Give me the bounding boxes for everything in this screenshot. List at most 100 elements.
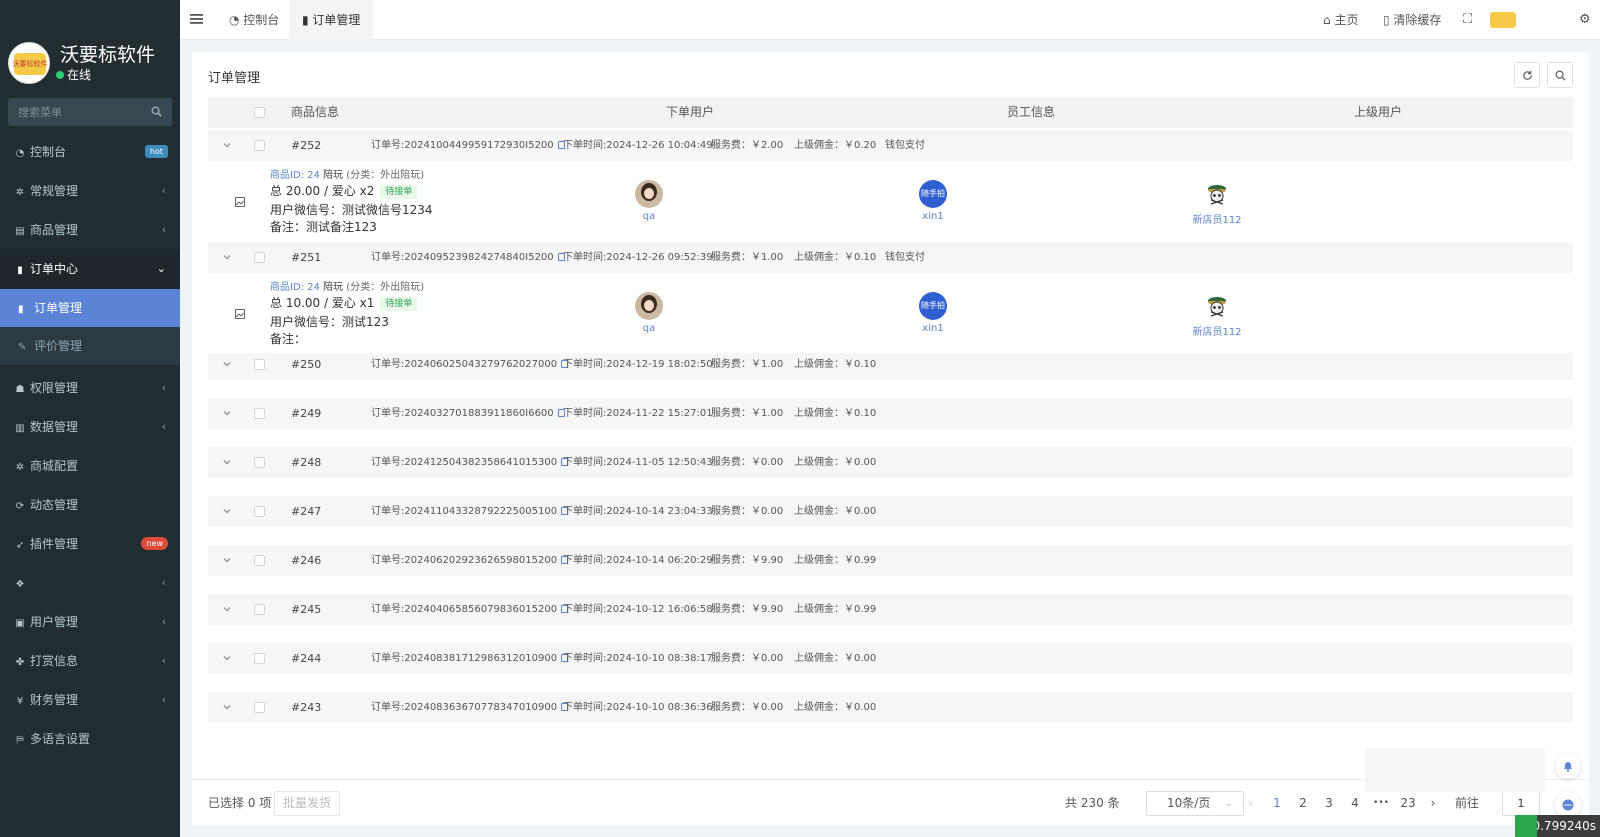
table-row[interactable]: #247 订单号:2024110433287922250051​00 下单时间:20…: [208, 496, 1573, 527]
sidebar-item-finance[interactable]: ¥ 财务管理 ‹: [0, 680, 180, 720]
product-category: (分类：外出陪玩): [346, 282, 425, 293]
order-remark: 备注：: [270, 332, 307, 346]
order-number: 订单号:2024060250432797620270​00: [371, 349, 569, 380]
order-id: #244: [291, 652, 322, 665]
table-row[interactable]: #244 订单号:2024083817129863120109​00 下单时间:20…: [208, 643, 1573, 674]
brand: 沃要标软件 沃要标软件 在线: [8, 40, 178, 86]
chevron-down-icon[interactable]: [222, 140, 232, 150]
chevron-down-icon[interactable]: [222, 457, 232, 467]
dropbox-icon: ❖: [15, 579, 25, 590]
table-row[interactable]: #251 订单号:2024095239824274840I5200 下单时间:202…: [208, 242, 1573, 273]
clear-cache-button[interactable]: ▯ 清除缓存: [1383, 0, 1441, 40]
page-4[interactable]: 4: [1347, 780, 1363, 826]
service-fee: 服务费：￥0.00: [711, 653, 784, 664]
page-1[interactable]: 1: [1269, 780, 1285, 826]
chevron-down-icon[interactable]: [222, 555, 232, 565]
batch-ship-button[interactable]: 批量发货: [274, 791, 340, 816]
chevron-down-icon[interactable]: [222, 359, 232, 369]
parent-user-info[interactable]: 新店员112: [1187, 292, 1247, 338]
sidebar-subitem-reviews[interactable]: ✎ 评价管理: [0, 327, 180, 365]
hamburger-icon[interactable]: [190, 12, 204, 26]
sidebar-item-language[interactable]: ⛿ 多语言设置: [0, 719, 180, 759]
group-icon: ☗: [15, 384, 25, 395]
file-icon: ▮: [18, 304, 24, 315]
buyer-info[interactable]: qa: [619, 292, 679, 334]
table-row[interactable]: #252 订单号:2024100449959172930I5200 下单时间:202…: [208, 130, 1573, 161]
row-checkbox[interactable]: [254, 140, 265, 151]
bar-chart-icon: ▥: [15, 423, 25, 434]
column-header-staff: 员工信息: [1007, 105, 1056, 119]
menu-search-input[interactable]: [8, 98, 148, 126]
page-2[interactable]: 2: [1295, 780, 1311, 826]
table-row[interactable]: #248 订单号:20241250438235864101530​0 下单时间:20…: [208, 447, 1573, 478]
chevron-down-icon[interactable]: [222, 604, 232, 614]
sidebar-item-plugins[interactable]: ➶ 插件管理 new: [0, 524, 180, 564]
order-id: #245: [291, 603, 322, 616]
sidebar-item-users[interactable]: ▣ 用户管理 ‹: [0, 602, 180, 642]
row-checkbox[interactable]: [254, 555, 265, 566]
buyer-info[interactable]: qa: [619, 180, 679, 222]
goto-page-input[interactable]: 1: [1502, 791, 1540, 816]
home-link[interactable]: ⌂ 主页: [1323, 0, 1358, 40]
staff-info[interactable]: 随手拍 xin1: [903, 292, 963, 334]
chevron-down-icon: ⌄: [156, 262, 166, 275]
row-checkbox[interactable]: [254, 408, 265, 419]
chevron-left-icon: ‹: [161, 223, 166, 236]
sidebar-subitem-order-management[interactable]: ▮ 订单管理: [0, 289, 180, 327]
page-size-select[interactable]: 10条/页 ⌄: [1146, 791, 1244, 816]
row-checkbox[interactable]: [254, 506, 265, 517]
sidebar-item-permissions[interactable]: ☗ 权限管理 ‹: [0, 368, 180, 408]
sidebar-item-data[interactable]: ▥ 数据管理 ‹: [0, 407, 180, 447]
row-checkbox[interactable]: [254, 252, 265, 263]
prev-page-button[interactable]: ‹: [1243, 780, 1259, 826]
row-checkbox[interactable]: [254, 457, 265, 468]
product-id[interactable]: 商品ID: 24: [270, 170, 320, 181]
table-row[interactable]: #249 订单号:2024032701883911860I6600 下单时间:202…: [208, 398, 1573, 429]
order-id: #246: [291, 554, 322, 567]
fullscreen-icon[interactable]: ⛶: [1463, 0, 1472, 40]
table-row[interactable]: #243 订单号:2024083636707783470109​00 下单时间:20…: [208, 692, 1573, 723]
product-id[interactable]: 商品ID: 24: [270, 282, 320, 293]
chevron-down-icon[interactable]: [222, 506, 232, 516]
chevron-down-icon[interactable]: [222, 653, 232, 663]
sidebar-item-dropbox[interactable]: ❖ ‹: [0, 563, 180, 603]
sidebar-item-products[interactable]: ▤ 商品管理 ‹: [0, 210, 180, 250]
settings-icon[interactable]: ⚙: [1579, 0, 1591, 40]
sidebar-item-orders[interactable]: ▮ 订单中心 ⌄: [0, 249, 180, 289]
page-3[interactable]: 3: [1321, 780, 1337, 826]
chevron-down-icon[interactable]: [222, 408, 232, 418]
search-button[interactable]: [1547, 62, 1573, 88]
row-checkbox[interactable]: [254, 702, 265, 713]
sidebar-item-general[interactable]: ✲ 常规管理 ‹: [0, 171, 180, 211]
table-row[interactable]: #245 订单号:2024040658560798360152​00 下单时间:20…: [208, 594, 1573, 625]
staff-info[interactable]: 随手拍 xin1: [903, 180, 963, 222]
chevron-down-icon[interactable]: [222, 702, 232, 712]
order-id: #243: [291, 701, 322, 714]
trash-icon: ▯: [1383, 13, 1394, 27]
notification-button[interactable]: [1555, 753, 1581, 779]
order-id: #251: [291, 251, 322, 264]
tab-dashboard[interactable]: ◔ 控制台: [216, 0, 292, 40]
chevron-down-icon: ⌄: [1224, 798, 1233, 809]
sidebar-item-dynamics[interactable]: ⟳ 动态管理: [0, 485, 180, 525]
menu-search: [8, 98, 172, 126]
row-checkbox[interactable]: [254, 604, 265, 615]
refresh-button[interactable]: [1514, 62, 1540, 88]
tab-order-management[interactable]: ▮ 订单管理: [289, 0, 374, 40]
order-number: 订单号:2024110433287922250051​00: [371, 496, 569, 527]
parent-user-info[interactable]: 新店员112: [1187, 180, 1247, 226]
row-checkbox[interactable]: [254, 359, 265, 370]
bell-icon: [1564, 762, 1572, 772]
order-time: 下单时间:2024-12-19 18:02:50: [563, 359, 713, 370]
search-icon[interactable]: [151, 106, 162, 117]
sidebar-item-shop-config[interactable]: ✲ 商城配置: [0, 446, 180, 486]
chevron-down-icon[interactable]: [222, 252, 232, 262]
user-avatar[interactable]: [1490, 12, 1516, 28]
table-row[interactable]: #246 订单号:2024062029236265980152​00 下单时间:20…: [208, 545, 1573, 576]
select-all-checkbox[interactable]: [254, 107, 265, 118]
sidebar-item-dashboard[interactable]: ◔ 控制台 hot: [0, 132, 180, 172]
row-checkbox[interactable]: [254, 653, 265, 664]
table-row[interactable]: #250 订单号:2024060250432797620270​00 下单时间:20…: [208, 349, 1573, 380]
order-number: 订单号:2024040658560798360152​00: [371, 594, 569, 625]
sidebar-item-rewards[interactable]: ✤ 打赏信息 ‹: [0, 641, 180, 681]
